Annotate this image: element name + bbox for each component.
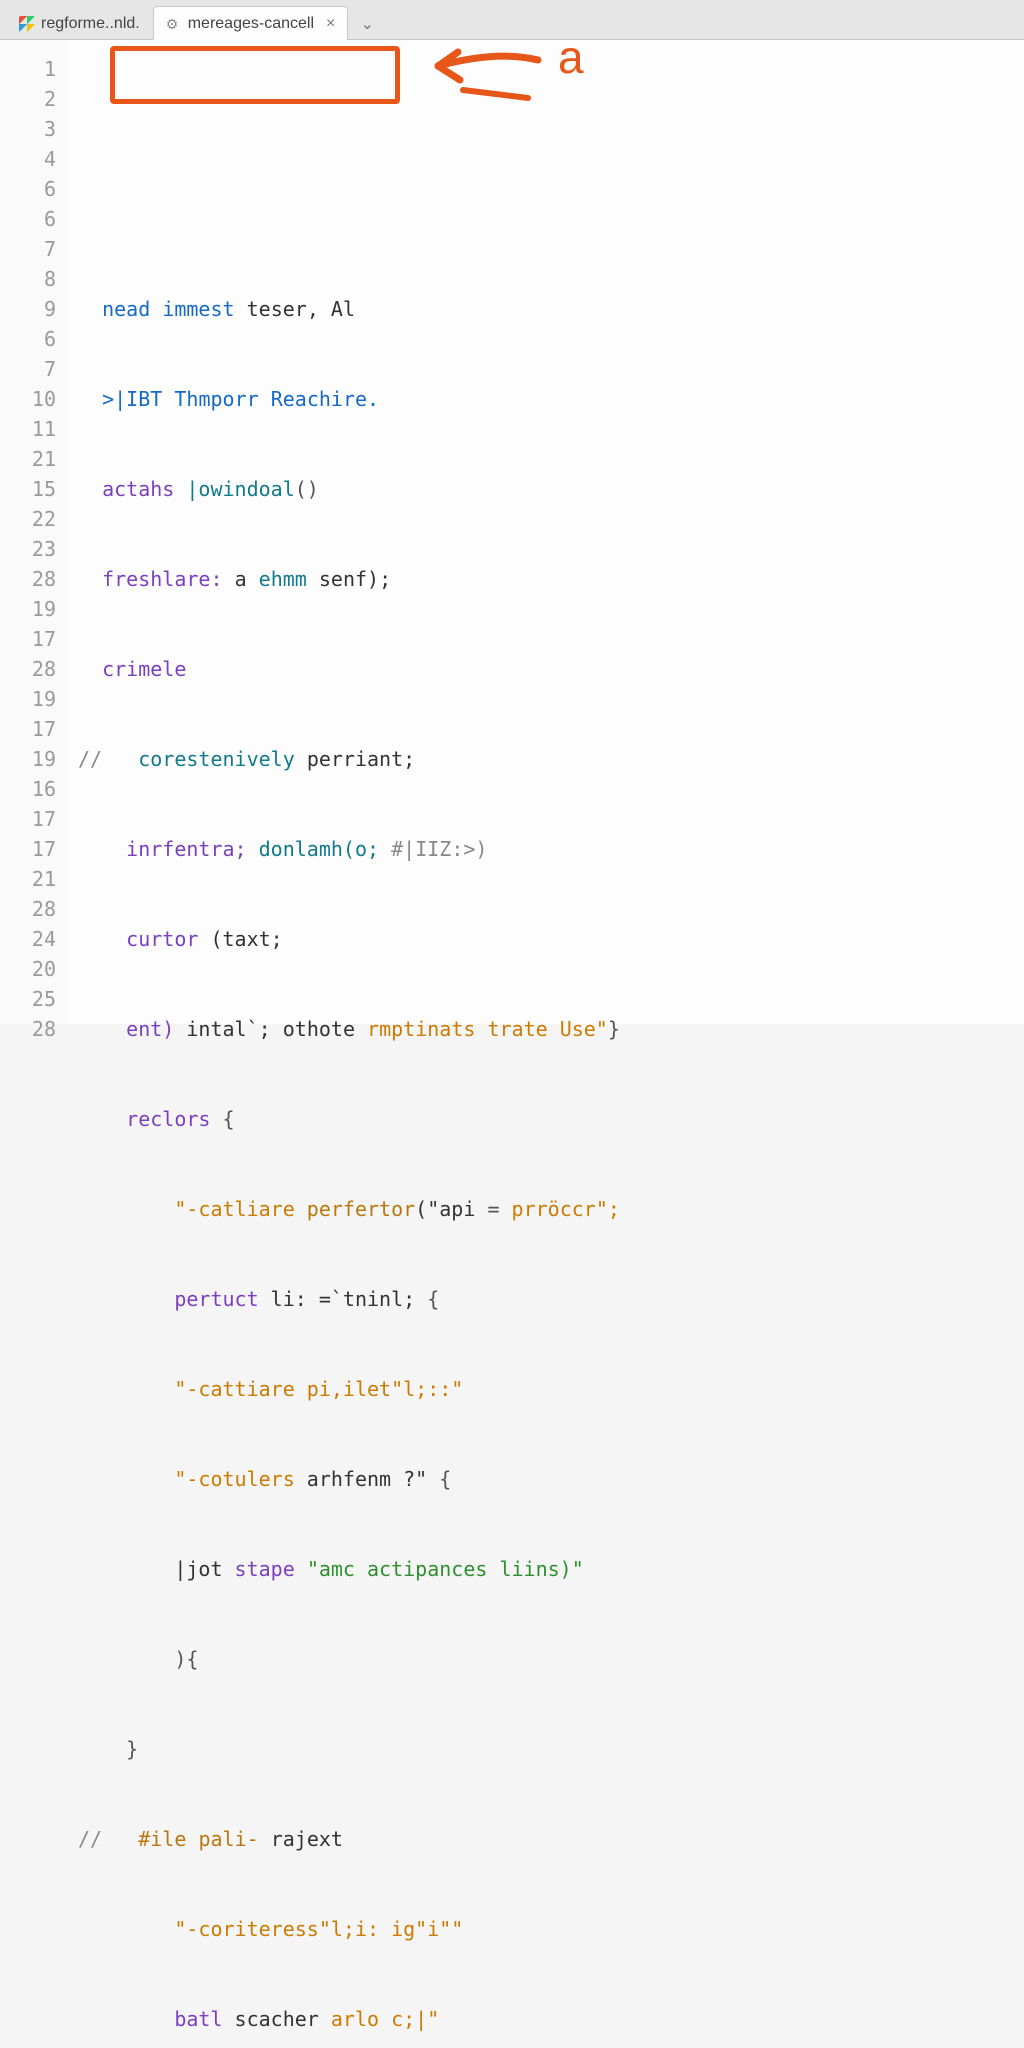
line-number: 11 [0,414,56,444]
line-number: 17 [0,804,56,834]
code-line: actahs |owindoal() [68,474,1024,504]
code-line: reclors { [68,1104,1024,1134]
chevron-down-icon: ⌄ [361,14,374,34]
code-line: curtor (taxt; [68,924,1024,954]
code-line: // #ile pali- rajext [68,1824,1024,1854]
line-number: 10 [0,384,56,414]
tab-bar: regforme..nld. ⚙ mereages-cancell × ⌄ [0,0,1024,40]
line-number: 7 [0,354,56,384]
line-number: 25 [0,984,56,1014]
code-line: >|IBT Thmporr Reachire. [68,384,1024,414]
code-line: "-cattiare pi,ilet"l;::" [68,1374,1024,1404]
line-number: 6 [0,204,56,234]
line-number: 6 [0,174,56,204]
arrow-icon [408,40,548,120]
line-number: 6 [0,324,56,354]
code-area[interactable]: a nead immest teser, Al >|IBT Thmporr Re… [68,40,1024,1024]
line-number: 24 [0,924,56,954]
tab-label: mereages-cancell [188,15,314,33]
line-number: 15 [0,474,56,504]
line-number: 17 [0,834,56,864]
code-line: pertuct li: =`tninl; { [68,1284,1024,1314]
line-number: 1 [0,54,56,84]
code-line: ent) intal`; othote rmptinats trate Use"… [68,1014,1024,1044]
annotation-box [110,46,400,104]
line-number: 28 [0,654,56,684]
close-icon[interactable]: × [326,15,335,33]
code-line: // corestenively perriant; [68,744,1024,774]
line-number: 19 [0,684,56,714]
code-line: "-coriteress"l;i: ig"i"" [68,1914,1024,1944]
code-line: } [68,1734,1024,1764]
tab-active-mereages[interactable]: ⚙ mereages-cancell × [153,6,349,40]
line-number: 28 [0,894,56,924]
code-line: "-catliare perfertor("api = prröccr"; [68,1194,1024,1224]
line-number: 28 [0,1014,56,1044]
file-icon [19,16,35,32]
line-number: 19 [0,744,56,774]
code-line: crimele [68,654,1024,684]
line-number: 19 [0,594,56,624]
line-number: 28 [0,564,56,594]
new-tab-button[interactable]: ⌄ [352,9,382,39]
code-line: inrfentra; donlamh(o; #|IIZ:>) [68,834,1024,864]
line-number: 21 [0,444,56,474]
tab-inactive-regforme[interactable]: regforme..nld. [6,6,153,40]
code-line: "-cotulers arhfenm ?" { [68,1464,1024,1494]
code-line: freshlare: a ehmm senf); [68,564,1024,594]
line-number: 8 [0,264,56,294]
tab-label: regforme..nld. [41,15,140,33]
line-number: 17 [0,714,56,744]
code-line: ){ [68,1644,1024,1674]
line-number: 2 [0,84,56,114]
line-number: 16 [0,774,56,804]
line-number: 22 [0,504,56,534]
line-number: 3 [0,114,56,144]
line-number: 21 [0,864,56,894]
code-editor[interactable]: 1 2 3 4 6 6 7 8 9 6 7 10 11 21 15 22 23 … [0,40,1024,1024]
line-number: 20 [0,954,56,984]
code-line: nead immest teser, Al [68,294,1024,324]
annotation-label: a [558,42,584,72]
line-number: 7 [0,234,56,264]
line-number: 9 [0,294,56,324]
gear-icon: ⚙ [166,16,182,32]
code-line: batl scacher arlo c;|" [68,2004,1024,2034]
code-line: |jot stape "amc actipances liins)" [68,1554,1024,1584]
line-number: 4 [0,144,56,174]
line-number-gutter: 1 2 3 4 6 6 7 8 9 6 7 10 11 21 15 22 23 … [0,40,68,1024]
line-number: 17 [0,624,56,654]
line-number: 23 [0,534,56,564]
